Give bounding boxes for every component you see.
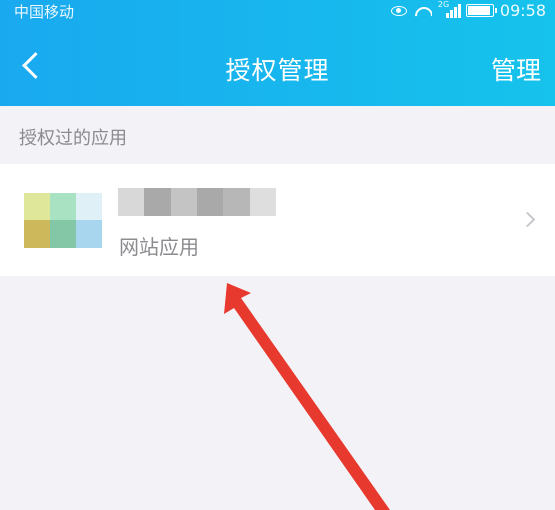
red-arrow-annotation: [224, 283, 390, 510]
arrow-icon: [224, 283, 390, 510]
